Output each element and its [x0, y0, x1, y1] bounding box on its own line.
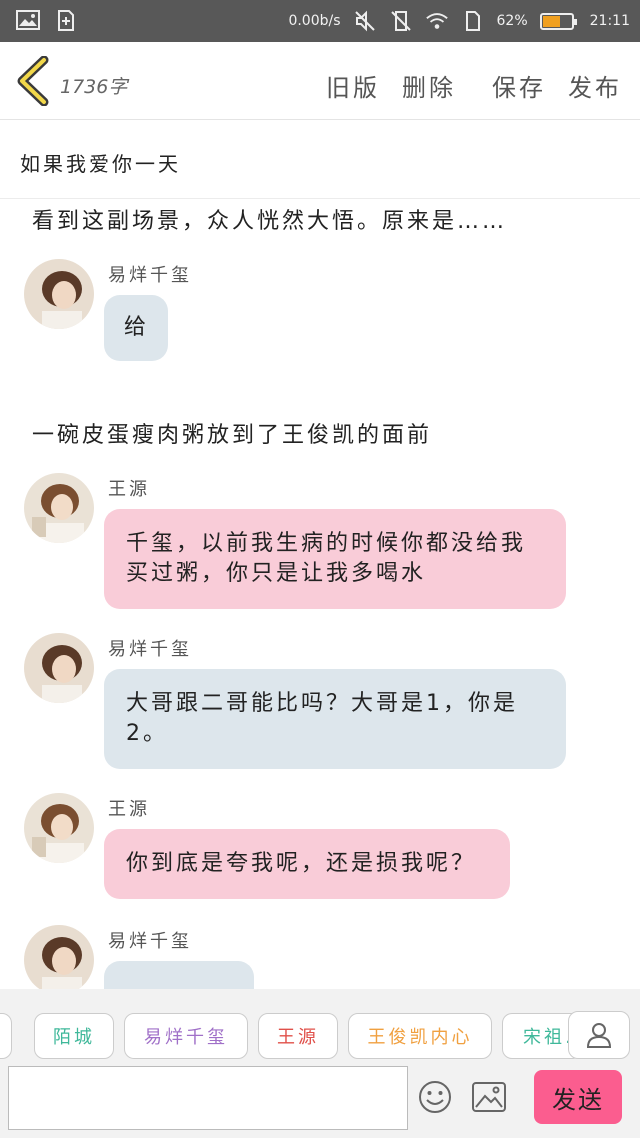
message-bubble: 千玺，以前我生病的时候你都没给我买过粥，你只是让我多喝水: [104, 509, 566, 609]
status-bar: 0.00b/s 62% 21:11: [0, 0, 640, 42]
header-actions: 旧版 删除 保存 发布: [304, 68, 622, 103]
message-input[interactable]: [8, 1066, 408, 1130]
clock: 21:11: [589, 13, 630, 29]
send-button[interactable]: 发送: [534, 1070, 622, 1124]
character-tag[interactable]: 王俊凯内心: [348, 1013, 492, 1059]
sim-plus-icon: [54, 9, 78, 31]
avatar[interactable]: [24, 259, 94, 329]
chat-message: 易烊千玺 给: [24, 259, 624, 369]
narration-text: 一碗皮蛋瘦肉粥放到了王俊凯的面前: [32, 423, 433, 448]
sim-icon: [461, 10, 485, 32]
chat-message: 王源 你到底是夸我呢，还是损我呢？: [24, 793, 624, 903]
battery-percent: 62%: [496, 13, 528, 29]
editor-header: 1736字 旧版 删除 保存 发布: [0, 42, 640, 120]
message-bubble: [104, 961, 254, 989]
sender-name: 易烊千玺: [108, 265, 192, 286]
avatar[interactable]: [24, 793, 94, 863]
message-bubble: 给: [104, 295, 168, 361]
character-tag[interactable]: 易烊千玺: [124, 1013, 248, 1059]
sender-name: 易烊千玺: [108, 639, 192, 660]
chat-message: 易烊千玺 大哥跟二哥能比吗？大哥是1，你是2。: [24, 633, 624, 773]
chat-message: 易烊千玺: [24, 925, 624, 989]
mute-icon: [353, 10, 377, 32]
network-speed: 0.00b/s: [288, 13, 341, 29]
message-bubble: 你到底是夸我呢，还是损我呢？: [104, 829, 510, 899]
input-bar: 发送: [0, 1060, 640, 1138]
back-button[interactable]: [14, 55, 52, 107]
message-bubble: 大哥跟二哥能比吗？大哥是1，你是2。: [104, 669, 566, 769]
story-title-row[interactable]: 如果我爱你一天: [0, 121, 640, 199]
avatar[interactable]: [24, 473, 94, 543]
image-button[interactable]: [472, 1082, 506, 1112]
delete-button[interactable]: 删除: [402, 68, 456, 103]
avatar[interactable]: [24, 925, 94, 989]
publish-button[interactable]: 发布: [568, 68, 622, 103]
character-tag[interactable]: 王源: [258, 1013, 338, 1059]
narration-text: 看到这副场景，众人恍然大悟。原来是……: [32, 209, 508, 234]
story-content[interactable]: 看到这副场景，众人恍然大悟。原来是…… 易烊千玺 给 一碗皮蛋瘦肉粥放到了王俊凯…: [0, 199, 640, 989]
picture-icon: [472, 1082, 506, 1112]
word-count: 1736字: [60, 76, 128, 98]
sender-name: 易烊千玺: [108, 931, 192, 952]
vibrate-icon: [389, 10, 413, 32]
character-tag[interactable]: 陌城: [34, 1013, 114, 1059]
add-character-button[interactable]: [568, 1011, 630, 1059]
image-icon: [16, 9, 40, 31]
battery-icon: [539, 12, 577, 30]
sender-name: 王源: [108, 479, 150, 500]
character-tag[interactable]: [0, 1013, 12, 1059]
chat-message: 王源 千玺，以前我生病的时候你都没给我买过粥，你只是让我多喝水: [24, 473, 624, 613]
save-button[interactable]: 保存: [492, 68, 546, 103]
chevron-left-icon: [17, 55, 49, 107]
user-icon: [586, 1023, 612, 1048]
story-title: 如果我爱你一天: [20, 152, 181, 176]
old-version-button[interactable]: 旧版: [326, 68, 380, 103]
emoji-button[interactable]: [418, 1080, 452, 1114]
smiley-icon: [419, 1081, 451, 1113]
avatar[interactable]: [24, 633, 94, 703]
wifi-icon: [425, 10, 449, 32]
sender-name: 王源: [108, 799, 150, 820]
